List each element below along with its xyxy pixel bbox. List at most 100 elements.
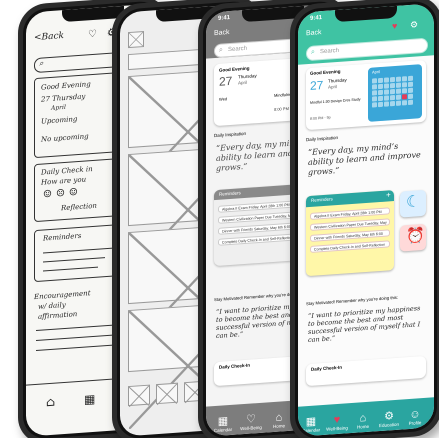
- reminder-item[interactable]: Algebra II Exam Friday, April 28th 1:00 …: [310, 207, 390, 220]
- date-month: April: [328, 84, 338, 90]
- tab-placeholder[interactable]: [156, 382, 178, 406]
- calendar-cell[interactable]: [390, 100, 395, 107]
- calendar-cell[interactable]: [402, 100, 407, 106]
- placeholder-image: [128, 31, 144, 49]
- phone-bezel: 9:41 Back ♥ ⚙ ⌕ Search Good Evening 27 T…: [295, 0, 437, 438]
- add-icon[interactable]: +: [386, 190, 391, 199]
- calendar-cell[interactable]: [396, 94, 401, 100]
- tab-label: Well-Being: [240, 424, 262, 432]
- calendar-cell[interactable]: [390, 82, 395, 89]
- calendar-cell[interactable]: [372, 90, 377, 96]
- calendar-cell[interactable]: [408, 87, 413, 94]
- tab-placeholder[interactable]: [128, 384, 150, 408]
- tab-label: Home: [356, 423, 369, 430]
- motivated-label: Stay Motivated! Remember why you're doin…: [306, 294, 399, 307]
- date-month: April: [238, 79, 248, 86]
- tab-label: Well-Being: [326, 425, 348, 432]
- tab-well-being[interactable]: ♥ Well-Being: [324, 413, 350, 432]
- mini-calendar[interactable]: April: [368, 64, 422, 122]
- tab-label: Home: [272, 423, 285, 430]
- calendar-cell[interactable]: [384, 101, 389, 107]
- calendar-cell[interactable]: [378, 101, 383, 108]
- date-day: Thursday: [328, 77, 347, 84]
- date-number: 27: [219, 73, 233, 89]
- calendar-cell[interactable]: [408, 81, 413, 88]
- calendar-icon[interactable]: ▦: [84, 392, 95, 407]
- w-daily-text: w/ daily: [38, 300, 66, 311]
- calendar-cell[interactable]: [372, 78, 377, 84]
- calendar-cell[interactable]: [384, 83, 389, 89]
- calendar-month: April: [372, 69, 381, 75]
- calendar-cell[interactable]: [390, 88, 395, 95]
- calendar-cell[interactable]: [372, 102, 377, 108]
- calendar-cell[interactable]: [384, 95, 389, 101]
- greeting-text: Good Evening: [219, 65, 250, 73]
- calendar-cell[interactable]: [402, 88, 407, 94]
- tab-home[interactable]: ⌂ Home: [350, 411, 376, 430]
- status-time: 9:41: [218, 15, 231, 22]
- calendar-cell[interactable]: [384, 89, 389, 95]
- calendar-cell[interactable]: [396, 76, 401, 82]
- heart-icon[interactable]: ♥: [392, 21, 397, 31]
- inspiration-label: Daily Inspiration: [214, 130, 247, 139]
- calendar-cell[interactable]: [384, 77, 389, 83]
- tab-profile[interactable]: ☺ Profile: [402, 408, 428, 427]
- calendar-cell[interactable]: [390, 76, 395, 83]
- how-are-you-text: How are you: [41, 175, 87, 187]
- encouragement-text: Encouragement: [34, 289, 91, 302]
- upcoming-event: Mindful 1:30 Design Cres Study: [310, 97, 361, 105]
- upcoming-text: Upcoming: [41, 115, 78, 126]
- time-range: 8:00 PM - 9p: [310, 115, 331, 121]
- tab-calendar[interactable]: ▦ Calendar: [210, 415, 236, 434]
- alarm-tile[interactable]: ⏰: [400, 223, 426, 252]
- calendar-cell[interactable]: [408, 93, 413, 100]
- tab-well-being[interactable]: ♡ Well-Being: [238, 413, 264, 432]
- calendar-cell[interactable]: [378, 95, 383, 102]
- reminder-item[interactable]: Complete Daily Check-In and Self-Reflect…: [310, 240, 390, 253]
- heart-icon: ♡: [88, 28, 97, 41]
- calendar-grid: [372, 75, 413, 108]
- greeting-text: Good Evening: [310, 68, 341, 76]
- calendar-cell[interactable]: [402, 94, 407, 100]
- profile-icon: ☺: [409, 408, 421, 421]
- goal-text: “I want to prioritize my happiness to be…: [308, 304, 421, 345]
- tab-education[interactable]: ⚙ Education: [376, 409, 402, 428]
- calendar-cell[interactable]: [402, 76, 407, 82]
- calendar-cell[interactable]: [408, 99, 413, 106]
- sketch-line: [36, 343, 122, 351]
- calendar-cell[interactable]: [396, 88, 401, 94]
- reminder-item[interactable]: Western Civilization Paper Due Tuesday, …: [310, 218, 390, 231]
- greeting-card: Good Evening 27 Thursday April Mindful 1…: [306, 59, 426, 131]
- tab-calendar[interactable]: ▦ Calendar: [298, 415, 324, 434]
- gear-icon[interactable]: ⚙: [410, 19, 418, 30]
- calendar-cell[interactable]: [378, 77, 383, 84]
- calendar-cell[interactable]: [378, 89, 383, 96]
- reminder-item[interactable]: Dinner with Friends Saturday, May 6th 6:…: [310, 229, 390, 242]
- calendar-cell[interactable]: [390, 94, 395, 101]
- tab-home[interactable]: ⌂ Home: [266, 411, 292, 430]
- home-icon[interactable]: ⌂: [46, 395, 55, 410]
- calendar-cell[interactable]: [396, 82, 401, 88]
- date-day: Thursday: [238, 73, 257, 80]
- inspiration-label: Daily Inspiration: [306, 134, 339, 143]
- calendar-cell[interactable]: [372, 84, 377, 90]
- back-link[interactable]: <Back: [34, 31, 64, 43]
- reminders-text: Reminders: [43, 231, 82, 243]
- calendar-cell[interactable]: [396, 100, 401, 106]
- calendar-cell[interactable]: [402, 82, 407, 88]
- date-text: 27 Thursday: [41, 92, 86, 104]
- home-icon: ⌂: [275, 411, 283, 424]
- search-placeholder: Search: [228, 45, 248, 54]
- sleep-tile[interactable]: ☾: [400, 189, 426, 218]
- back-button[interactable]: Back: [306, 29, 322, 37]
- no-upcoming-text: No upcoming: [41, 132, 89, 144]
- sketch-line: [36, 334, 118, 341]
- reminder-line: [43, 257, 105, 263]
- calendar-cell[interactable]: [408, 75, 413, 82]
- calendar-cell[interactable]: [372, 96, 377, 102]
- calendar-cell[interactable]: [378, 83, 383, 90]
- back-button[interactable]: Back: [214, 29, 230, 37]
- reminder-line: [43, 247, 113, 254]
- search-icon: ⌕: [311, 48, 315, 56]
- checkin-card[interactable]: Daily Check-In: [306, 355, 426, 387]
